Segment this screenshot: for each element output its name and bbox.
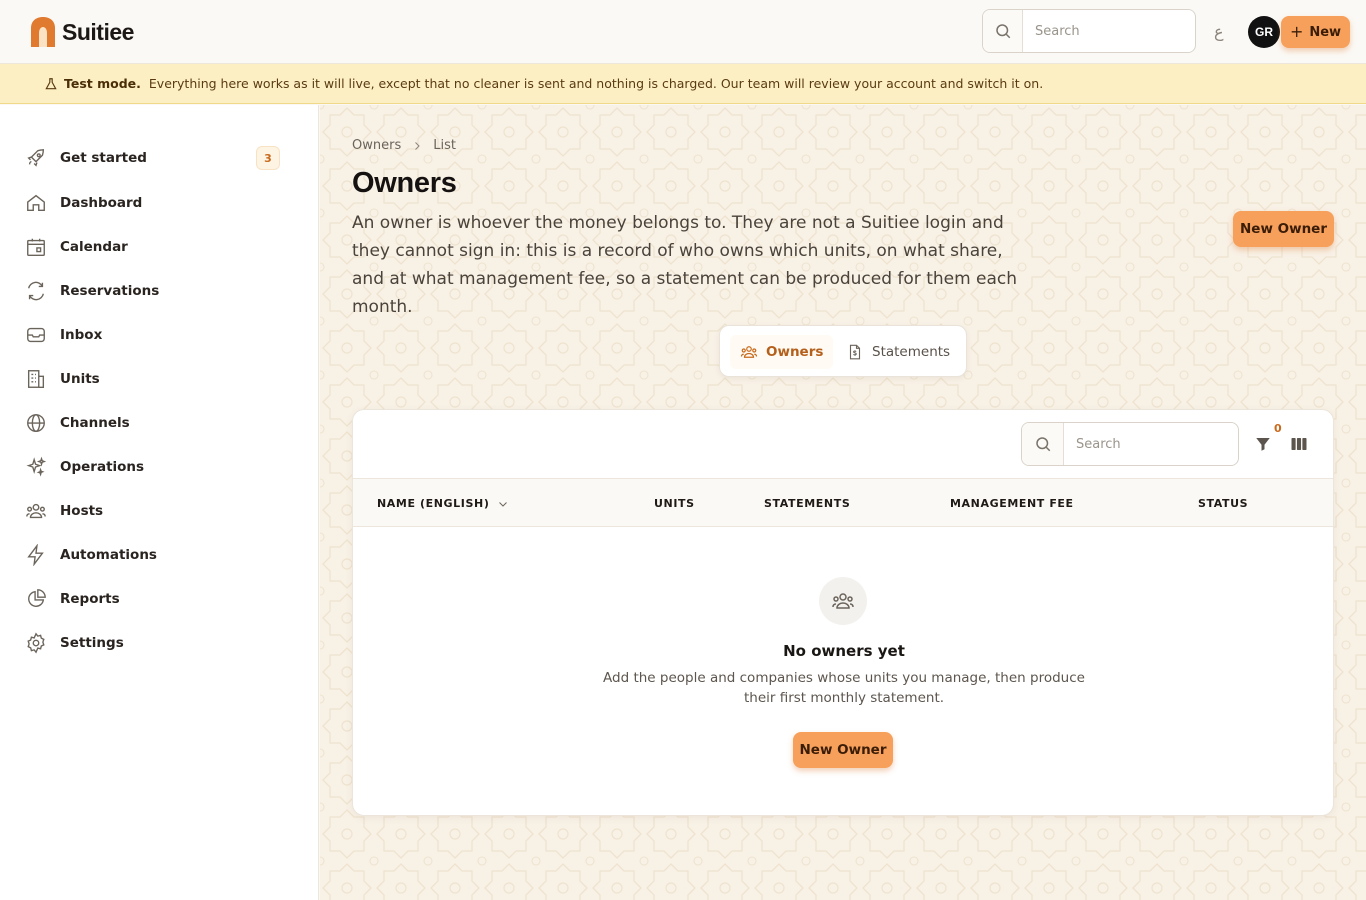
page-description: An owner is whoever the money belongs to… xyxy=(352,213,1018,317)
bolt-icon xyxy=(24,543,48,567)
sidebar-item-label: Channels xyxy=(60,415,130,431)
language-toggle[interactable]: ع xyxy=(1214,22,1224,41)
global-search[interactable] xyxy=(982,9,1196,53)
search-icon xyxy=(1022,423,1064,465)
sidebar-item-inbox[interactable]: Inbox xyxy=(24,321,284,349)
sidebar-item-reports[interactable]: Reports xyxy=(24,585,284,613)
breadcrumb: Owners List xyxy=(352,138,456,153)
calendar-icon xyxy=(24,235,48,259)
empty-state-new-owner-button[interactable]: New Owner xyxy=(793,732,893,768)
chevron-right-icon xyxy=(415,141,420,150)
filter-count-badge: 0 xyxy=(1274,422,1282,435)
chevron-down-icon xyxy=(499,501,508,507)
sidebar-item-reservations[interactable]: Reservations xyxy=(24,277,284,305)
sidebar-item-label: Reservations xyxy=(60,283,160,299)
breadcrumb-current: List xyxy=(433,138,456,153)
empty-state-users-icon xyxy=(819,577,867,625)
owners-table-card: 0 NAME (ENGLISH) UNITS STATEMENTS MANAGE… xyxy=(352,409,1334,816)
column-header-status[interactable]: STATUS xyxy=(1198,497,1248,510)
sidebar-item-label: Hosts xyxy=(60,503,104,519)
empty-state-title: No owners yet xyxy=(783,642,905,660)
column-header-name[interactable]: NAME (ENGLISH) xyxy=(377,497,509,510)
sidebar-item-get-started[interactable]: Get started 3 xyxy=(24,144,284,172)
sidebar-item-automations[interactable]: Automations xyxy=(24,541,284,569)
logo-icon xyxy=(31,17,55,47)
sidebar-item-label: Settings xyxy=(60,635,124,651)
users-icon xyxy=(740,346,758,358)
new-button[interactable]: + New xyxy=(1281,16,1350,48)
brand-logo[interactable]: Suitiee xyxy=(30,16,134,48)
banner-title: Test mode. xyxy=(64,76,141,91)
sidebar-item-units[interactable]: Units xyxy=(24,365,284,393)
breadcrumb-owners-link[interactable]: Owners xyxy=(352,138,401,153)
tab-statements-label: Statements xyxy=(872,344,951,360)
global-search-input[interactable] xyxy=(1023,10,1193,52)
page-title: Owners xyxy=(352,167,457,199)
columns-button[interactable] xyxy=(1287,432,1311,456)
table-header: NAME (ENGLISH) UNITS STATEMENTS MANAGEME… xyxy=(353,478,1333,527)
home-icon xyxy=(24,191,48,215)
owners-tabs: Owners Statements xyxy=(719,325,967,377)
tab-owners-label: Owners xyxy=(766,344,824,360)
tab-owners[interactable]: Owners xyxy=(730,335,834,369)
tab-statements[interactable]: Statements xyxy=(836,335,960,369)
sparkle-icon xyxy=(24,455,48,479)
user-avatar[interactable]: GR xyxy=(1248,16,1280,48)
column-header-statements[interactable]: STATEMENTS xyxy=(764,497,850,510)
test-mode-banner: Test mode. Everything here works as it w… xyxy=(0,64,1366,104)
onboarding-count-badge: 3 xyxy=(256,146,280,170)
refresh-icon xyxy=(24,279,48,303)
sidebar-item-settings[interactable]: Settings xyxy=(24,629,284,657)
sidebar-item-label: Reports xyxy=(60,591,120,607)
sidebar-item-calendar[interactable]: Calendar xyxy=(24,233,284,261)
sidebar-item-label: Operations xyxy=(60,459,145,475)
column-header-units[interactable]: UNITS xyxy=(654,497,695,510)
pie-chart-icon xyxy=(24,587,48,611)
column-header-management-fee[interactable]: MANAGEMENT FEE xyxy=(950,497,1074,510)
empty-state-description: Add the people and companies whose units… xyxy=(603,670,1085,706)
sidebar-item-label: Get started xyxy=(60,150,147,166)
table-search-input[interactable] xyxy=(1064,423,1234,465)
table-search[interactable] xyxy=(1021,422,1239,466)
users-icon xyxy=(24,499,48,523)
column-header-label: NAME (ENGLISH) xyxy=(377,497,490,510)
sidebar-item-label: Calendar xyxy=(60,239,128,255)
new-owner-button[interactable]: New Owner xyxy=(1233,211,1334,247)
sidebar-item-label: Inbox xyxy=(60,327,103,343)
sidebar-item-dashboard[interactable]: Dashboard xyxy=(24,189,284,217)
globe-icon xyxy=(24,411,48,435)
search-icon xyxy=(983,10,1023,52)
inbox-icon xyxy=(24,323,48,347)
brand-name: Suitiee xyxy=(62,18,134,45)
building-icon xyxy=(24,367,48,391)
sidebar: Get started 3 Dashboard Calendar Reserva… xyxy=(0,105,319,900)
flask-icon xyxy=(45,77,57,89)
filter-button[interactable] xyxy=(1251,432,1275,456)
sidebar-item-channels[interactable]: Channels xyxy=(24,409,284,437)
sidebar-item-label: Dashboard xyxy=(60,195,143,211)
new-button-label: New xyxy=(1309,24,1342,40)
gear-icon xyxy=(24,631,48,655)
rocket-icon xyxy=(24,146,48,170)
sidebar-item-label: Automations xyxy=(60,547,157,563)
dollar-file-icon xyxy=(849,344,861,360)
top-bar: Suitiee ع GR + New xyxy=(0,0,1366,64)
columns-icon xyxy=(1291,438,1307,450)
main-content: Owners List Owners An owner is whoever t… xyxy=(320,105,1366,900)
sidebar-item-operations[interactable]: Operations xyxy=(24,453,284,481)
banner-text: Everything here works as it will live, e… xyxy=(148,76,1044,91)
plus-icon: + xyxy=(1289,22,1304,41)
sidebar-item-label: Units xyxy=(60,371,100,387)
sidebar-item-hosts[interactable]: Hosts xyxy=(24,497,284,525)
funnel-icon xyxy=(1256,438,1270,451)
